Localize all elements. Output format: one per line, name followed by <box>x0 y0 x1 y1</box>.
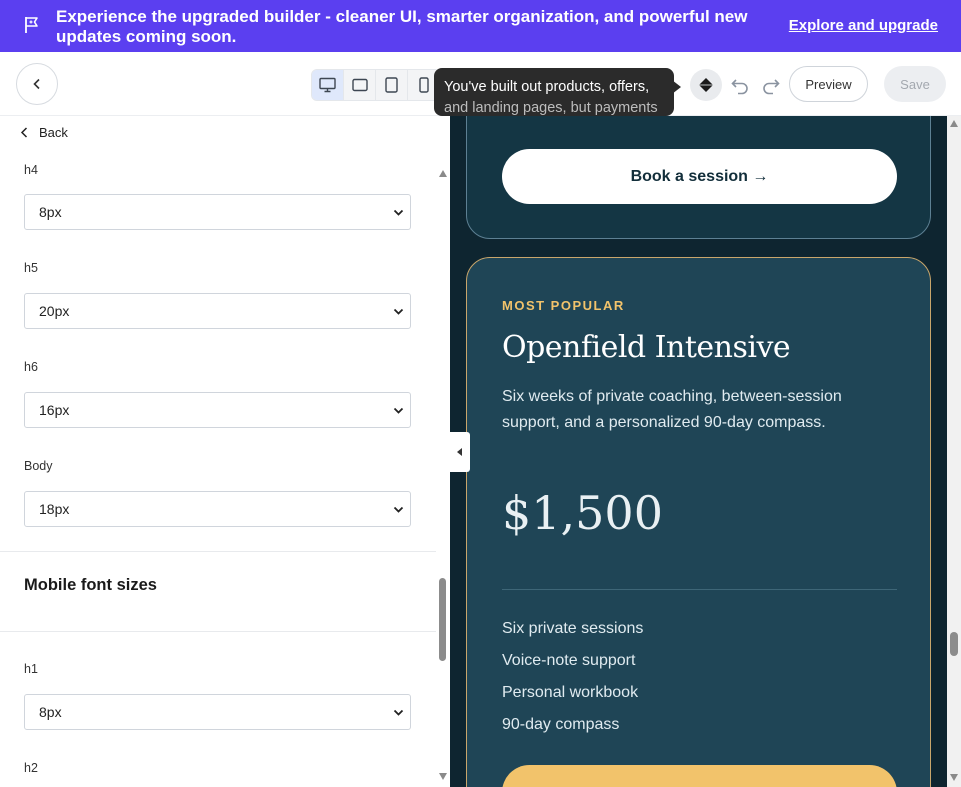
exit-button[interactable] <box>16 63 58 105</box>
scroll-down-arrow[interactable] <box>439 773 447 780</box>
mobile-icon <box>419 77 429 93</box>
card-divider <box>502 589 897 590</box>
tablet-landscape-icon <box>351 78 368 92</box>
redo-icon[interactable] <box>760 74 782 96</box>
field-label-h5: h5 <box>24 261 38 275</box>
save-button[interactable]: Save <box>884 66 946 102</box>
tooltip-line-2: and landing pages, but payments <box>444 100 658 116</box>
device-tablet-landscape-button[interactable] <box>344 70 376 100</box>
section-title-mobile-font-sizes: Mobile font sizes <box>24 576 157 594</box>
canvas-scrollbar[interactable] <box>947 116 961 787</box>
chevron-down-icon <box>393 506 404 513</box>
field-label-h2: h2 <box>24 761 38 775</box>
back-link[interactable]: Back <box>20 125 68 140</box>
book-session-button[interactable]: Book a session → <box>502 149 897 204</box>
tablet-portrait-icon <box>385 77 398 93</box>
field-label-body: Body <box>24 459 53 473</box>
pricing-card-popular[interactable]: MOST POPULAR Openfield Intensive Six wee… <box>466 257 931 787</box>
chevron-down-icon <box>393 308 404 315</box>
tooltip-arrow <box>672 80 681 94</box>
h5-size-select[interactable]: 20px <box>24 293 411 329</box>
device-switcher <box>311 69 441 101</box>
feature-item: 90-day compass <box>502 716 620 733</box>
chevron-left-icon <box>33 78 40 90</box>
scrollbar-thumb[interactable] <box>439 578 446 661</box>
diamond-icon <box>699 78 713 92</box>
scroll-up-arrow[interactable] <box>439 170 447 177</box>
collapse-panel-handle[interactable] <box>450 432 470 472</box>
explore-upgrade-link[interactable]: Explore and upgrade <box>789 17 938 34</box>
upgrade-banner: Experience the upgraded builder - cleane… <box>0 0 961 52</box>
builder-toolbar: You've built out products, offers, and l… <box>0 52 961 116</box>
feature-item: Voice-note support <box>502 652 636 669</box>
banner-message: Experience the upgraded builder - cleane… <box>56 7 748 46</box>
caret-left-icon <box>457 448 462 456</box>
ai-assistant-button[interactable] <box>690 69 722 101</box>
pricing-card[interactable]: Book a session → <box>466 116 931 239</box>
back-label: Back <box>39 125 68 140</box>
feature-item: Personal workbook <box>502 684 639 701</box>
tooltip-popover: You've built out products, offers, and l… <box>434 68 674 116</box>
feature-list: Six private sessions Voice-note support … <box>502 619 643 747</box>
chevron-down-icon <box>393 209 404 216</box>
field-label-h1: h1 <box>24 662 38 676</box>
page-canvas: Book a session → MOST POPULAR Openfield … <box>450 116 947 787</box>
device-tablet-portrait-button[interactable] <box>376 70 408 100</box>
flag-icon <box>25 17 38 33</box>
h6-size-select[interactable]: 16px <box>24 392 411 428</box>
most-popular-badge: MOST POPULAR <box>502 298 625 313</box>
chevron-down-icon <box>393 407 404 414</box>
select-value: 8px <box>39 704 62 720</box>
plan-title: Openfield Intensive <box>502 330 791 365</box>
select-value: 16px <box>39 402 70 418</box>
undo-icon[interactable] <box>729 74 751 96</box>
field-label-h6: h6 <box>24 360 38 374</box>
scroll-up-arrow[interactable] <box>950 120 958 127</box>
scroll-down-arrow[interactable] <box>950 774 958 781</box>
plan-cta-button[interactable] <box>502 765 897 787</box>
scrollbar-thumb[interactable] <box>950 632 958 656</box>
desktop-icon <box>319 77 336 93</box>
h4-size-select[interactable]: 8px <box>24 194 411 230</box>
tooltip-line-1: You've built out products, offers, <box>444 79 650 95</box>
select-value: 18px <box>39 501 70 517</box>
settings-panel: Back h4 8px h5 20px h6 16px Body 18px Mo… <box>0 116 436 787</box>
field-label-h4: h4 <box>24 163 38 177</box>
select-value: 20px <box>39 303 70 319</box>
plan-price: $1,500 <box>502 486 663 540</box>
feature-item: Six private sessions <box>502 620 644 637</box>
chevron-down-icon <box>393 709 404 716</box>
plan-description: Six weeks of private coaching, between-s… <box>502 388 842 431</box>
section-divider <box>0 551 436 552</box>
body-size-select[interactable]: 18px <box>24 491 411 527</box>
preview-button[interactable]: Preview <box>789 66 868 102</box>
device-desktop-button[interactable] <box>312 70 344 100</box>
select-value: 8px <box>39 204 62 220</box>
mobile-h1-size-select[interactable]: 8px <box>24 694 411 730</box>
section-divider <box>0 631 436 632</box>
chevron-left-icon <box>20 127 28 138</box>
panel-scrollbar[interactable] <box>436 116 450 787</box>
